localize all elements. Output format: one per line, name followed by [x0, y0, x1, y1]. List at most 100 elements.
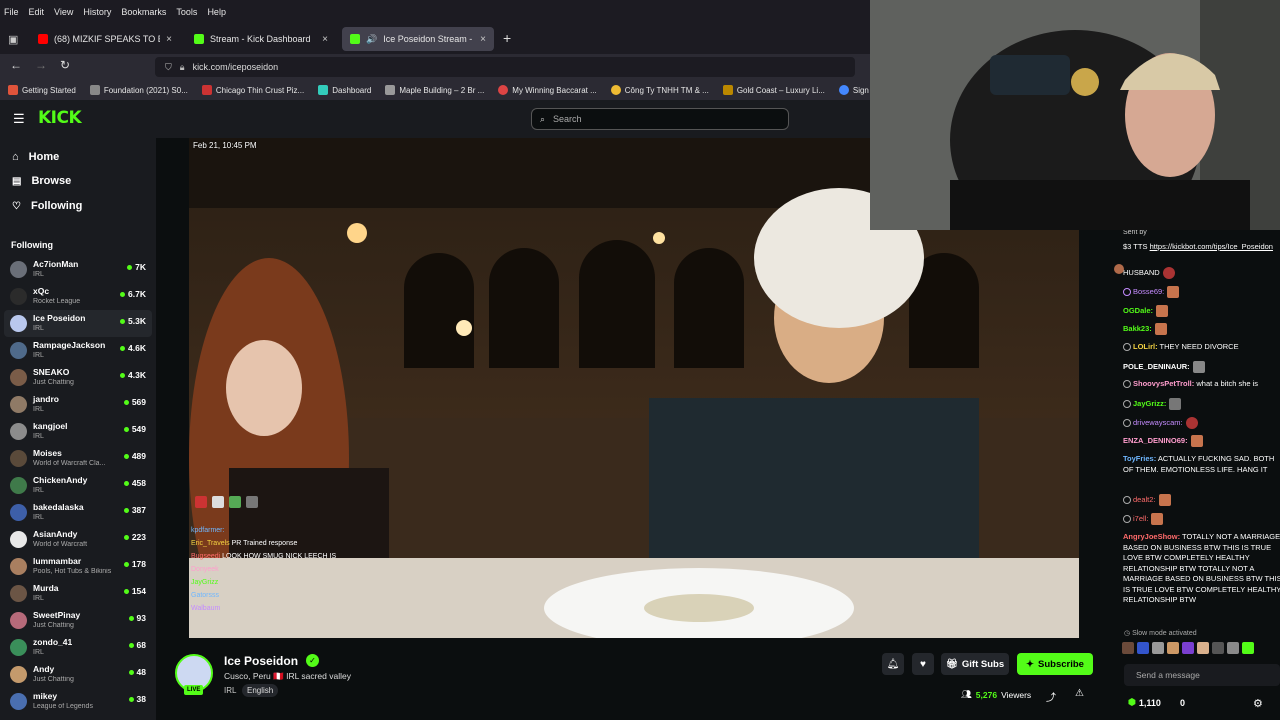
emote-icon[interactable]: [1227, 642, 1239, 654]
following-item-zondo-41[interactable]: zondo_41 IRL 68: [4, 634, 152, 661]
search-input[interactable]: ⌕ Search: [531, 108, 789, 130]
following-item-xqc[interactable]: xQc Rocket League 6.7K: [4, 283, 152, 310]
avatar: [10, 558, 27, 575]
language-tag[interactable]: English: [242, 684, 279, 697]
follow-button[interactable]: ♥: [912, 653, 934, 675]
following-item-rampagejackson[interactable]: RampageJackson IRL 4.6K: [4, 337, 152, 364]
bookmark-icon: [318, 85, 329, 95]
kick-logo[interactable]: KICK: [38, 108, 82, 128]
category-link[interactable]: IRL: [224, 686, 236, 695]
chat-user[interactable]: ToyFries:: [1123, 454, 1156, 463]
bookmark-label: Maple Building – 2 Br ...: [399, 85, 485, 95]
following-item-murda[interactable]: Murda IRL 154: [4, 580, 152, 607]
shield-icon[interactable]: ⛉: [165, 62, 172, 73]
emote-icon[interactable]: [1182, 642, 1194, 654]
following-item-moises[interactable]: Moises World of Warcraft Cla... 489: [4, 445, 152, 472]
tab-kick-dashboard[interactable]: Stream - Kick Dashboard ×: [186, 27, 336, 51]
emote-icon[interactable]: [1242, 642, 1254, 654]
chat-user[interactable]: Bosse69:: [1133, 287, 1164, 296]
emote-icon[interactable]: [1167, 642, 1179, 654]
chat-user[interactable]: ENZA_DENINO69:: [1123, 436, 1188, 445]
kick-points[interactable]: ⬢ 1,110: [1128, 697, 1161, 708]
subscribe-label: Subscribe: [1038, 658, 1084, 670]
following-item-lummambar[interactable]: lummambar Pools, Hot Tubs & Bikinis 178: [4, 553, 152, 580]
close-tab-icon[interactable]: ×: [166, 34, 172, 45]
follow-name: Ac7ionMan: [33, 259, 79, 269]
back-icon[interactable]: ←: [10, 58, 22, 72]
firefox-icon: [8, 85, 18, 95]
chat-user[interactable]: ShoovysPetTroll:: [1133, 379, 1194, 388]
menu-view[interactable]: View: [54, 7, 73, 17]
emote-icon[interactable]: [1197, 642, 1209, 654]
bookmark-item[interactable]: Gold Coast – Luxury Li...: [722, 85, 825, 95]
emote-icon[interactable]: [1122, 642, 1134, 654]
bookmark-item[interactable]: Công Ty TNHH TM & ...: [610, 85, 709, 95]
nav-following[interactable]: ♡ Following: [12, 200, 82, 212]
menu-bookmarks[interactable]: Bookmarks: [121, 7, 166, 17]
emote-icon: [195, 496, 207, 509]
tab-overview-icon[interactable]: ▣: [8, 33, 18, 46]
bookmark-item[interactable]: Sign in - Drea: [838, 85, 870, 95]
report-icon[interactable]: ⚠: [1075, 688, 1084, 699]
lock-icon[interactable]: 🔒︎: [180, 62, 185, 73]
bookmark-item[interactable]: Maple Building – 2 Br ...: [385, 85, 484, 95]
menu-edit[interactable]: Edit: [29, 7, 45, 17]
following-item-kangjoel[interactable]: kangjoel IRL 549: [4, 418, 152, 445]
nav-browse[interactable]: ▤ Browse: [12, 175, 71, 187]
menu-file[interactable]: File: [4, 7, 19, 17]
emote-icon[interactable]: [1212, 642, 1224, 654]
menu-tools[interactable]: Tools: [176, 7, 197, 17]
menu-help[interactable]: Help: [207, 7, 226, 17]
menu-history[interactable]: History: [83, 7, 111, 17]
channel-name[interactable]: Ice Poseidon: [224, 654, 298, 668]
following-item-andy[interactable]: Andy Just Chatting 48: [4, 661, 152, 688]
chat-user[interactable]: JayGrizz:: [1133, 399, 1166, 408]
tts-sender: Sent by: [1123, 230, 1147, 236]
chat-user[interactable]: i7ell:: [1133, 514, 1148, 523]
chat-user[interactable]: Bakk23:: [1123, 324, 1152, 333]
close-tab-icon[interactable]: ×: [322, 34, 328, 45]
subscribe-button[interactable]: ✦ Subscribe: [1017, 653, 1093, 675]
following-item-bakedalaska[interactable]: bakedalaska IRL 387: [4, 499, 152, 526]
chat-user[interactable]: OGDale:: [1123, 306, 1153, 315]
following-item-sneako[interactable]: SNEAKO Just Chatting 4.3K: [4, 364, 152, 391]
nav-home[interactable]: ⌂ Home: [12, 151, 59, 163]
new-tab-button[interactable]: +: [503, 30, 511, 46]
emote-icon[interactable]: [1137, 642, 1149, 654]
following-item-ac7ionman[interactable]: Ac7ionMan IRL 7K: [4, 256, 152, 283]
gift-subs-button[interactable]: 🎁︎ Gift Subs: [941, 653, 1009, 675]
chat-user[interactable]: AngryJoeShow:: [1123, 532, 1180, 541]
share-icon[interactable]: ⤴: [1046, 689, 1056, 704]
emote-bar[interactable]: [1122, 642, 1280, 656]
close-tab-icon[interactable]: ×: [480, 34, 486, 45]
tab-ice-poseidon[interactable]: 🔊 Ice Poseidon Stream - Watc ×: [342, 27, 494, 51]
chat-message-input[interactable]: Send a message: [1124, 664, 1280, 686]
chat-user[interactable]: POLE_DENINAUR:: [1123, 362, 1190, 371]
following-item-jandro[interactable]: jandro IRL 569: [4, 391, 152, 418]
bookmark-item[interactable]: Getting Started: [8, 85, 76, 95]
notification-bell-button[interactable]: 🔔︎: [882, 653, 904, 675]
url-bar[interactable]: ⛉ 🔒︎ kick.com/iceposeidon: [155, 57, 855, 77]
following-item-mikey[interactable]: mikey League of Legends 38: [4, 688, 152, 715]
tts-link[interactable]: https://kickbot.com/tips/Ice_Poseidon: [1150, 242, 1273, 251]
chat-user[interactable]: drivewayscam:: [1133, 418, 1183, 427]
emote-icon[interactable]: [1152, 642, 1164, 654]
forward-icon[interactable]: →: [35, 58, 47, 72]
following-item-chickenandy[interactable]: ChickenAndy IRL 458: [4, 472, 152, 499]
following-item-asianandy[interactable]: AsianAndy World of Warcraft 223: [4, 526, 152, 553]
count-text: 569: [131, 397, 146, 407]
tab-youtube[interactable]: (68) MIZKIF SPEAKS TO EDDIE A ×: [30, 27, 180, 51]
hamburger-menu-icon[interactable]: ☰: [13, 111, 25, 127]
bookmark-item[interactable]: Dashboard: [318, 85, 371, 95]
following-item-sweetpinay[interactable]: SweetPinay Just Chatting 93: [4, 607, 152, 634]
chat-user[interactable]: dealt2:: [1133, 495, 1156, 504]
reload-icon[interactable]: ↻: [60, 58, 70, 72]
chat-user[interactable]: LOLirl:: [1133, 342, 1158, 351]
chat-settings-gear-icon[interactable]: ⚙: [1253, 697, 1263, 710]
bookmark-item[interactable]: My Winning Baccarat ...: [498, 85, 597, 95]
bookmark-item[interactable]: Chicago Thin Crust Piz...: [201, 85, 304, 95]
bookmark-item[interactable]: Foundation (2021) S0...: [89, 85, 188, 95]
chat-user[interactable]: HUSBAND: [1123, 268, 1160, 277]
following-item-ice-poseidon[interactable]: Ice Poseidon IRL 5.3K: [4, 310, 152, 337]
speaker-icon[interactable]: 🔊: [366, 34, 377, 45]
